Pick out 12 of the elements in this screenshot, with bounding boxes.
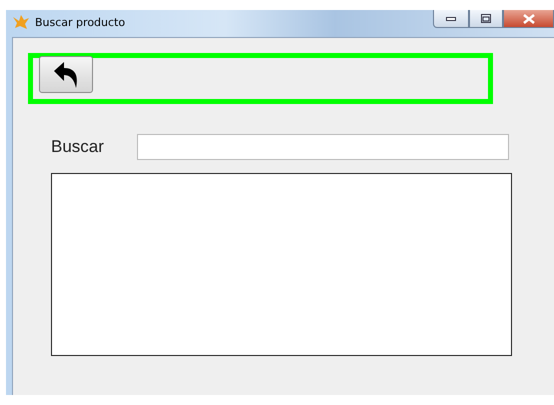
minimize-button[interactable] xyxy=(433,10,469,28)
maximize-icon xyxy=(481,14,491,23)
app-icon xyxy=(12,14,30,30)
minimize-icon xyxy=(446,16,456,20)
back-arrow-icon xyxy=(52,60,80,88)
maximize-button[interactable] xyxy=(469,10,503,28)
back-button[interactable] xyxy=(39,56,93,93)
close-icon xyxy=(522,14,534,24)
close-button[interactable] xyxy=(503,10,554,28)
search-label: Buscar xyxy=(51,137,105,157)
search-field[interactable] xyxy=(137,134,509,160)
window-title: Buscar producto xyxy=(35,16,126,29)
